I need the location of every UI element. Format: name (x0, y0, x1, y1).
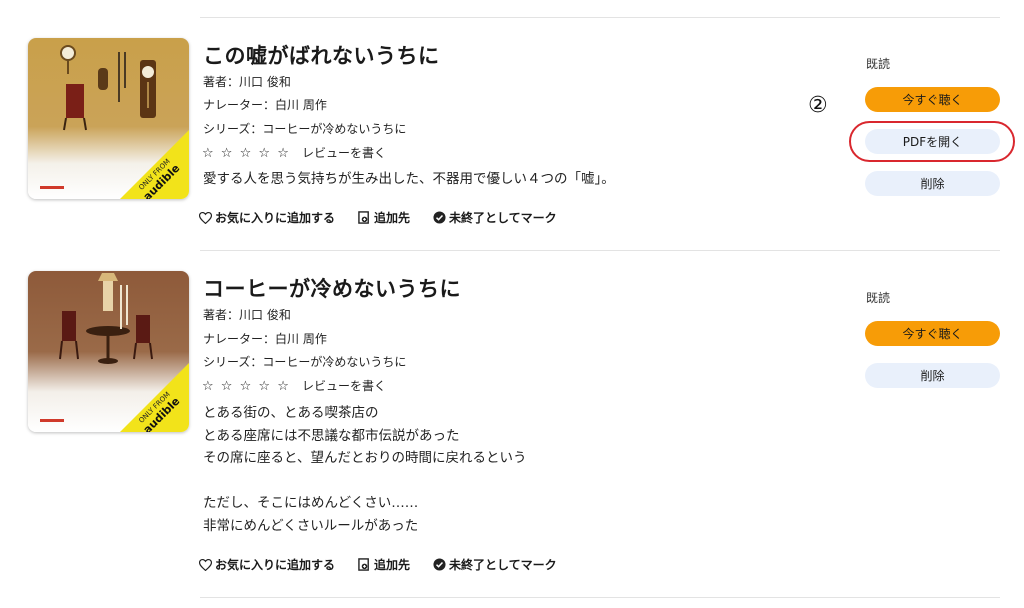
description-line: とある座席には不思議な都市伝説があった (203, 427, 460, 444)
description-line: とある街の、とある喫茶店の (203, 405, 379, 421)
heart-outline-icon (198, 558, 212, 572)
book-actions-2: お気に入りに追加する 追加先 未終了としてマーク (198, 556, 557, 573)
listen-now-button-2[interactable]: 今すぐ聴く (865, 321, 1000, 346)
add-favorite-label: お気に入りに追加する (215, 558, 336, 572)
description-line (203, 470, 526, 493)
library-item-2: ONLY FROM audible コーヒーが冷めないうちに 著者：川口 俊和 … (0, 0, 1024, 600)
status-label-2: 既読 (866, 291, 891, 305)
description-line: 非常にめんどくさいルールがあった (203, 517, 419, 534)
delete-button-2[interactable]: 削除 (865, 363, 1000, 388)
description-line: その席に座ると、望んだとおりの時間に戻れるという (203, 450, 527, 466)
star-icon[interactable]: ☆ (202, 379, 214, 394)
cover-art-2: ONLY FROM audible (28, 271, 189, 432)
mark-unfinished-button-2[interactable]: 未終了としてマーク (432, 556, 557, 573)
star-icon[interactable]: ☆ (277, 379, 289, 394)
divider-bottom (200, 597, 1000, 598)
book-narrator-2: ナレーター：白川 周作 (203, 332, 327, 346)
mark-unfinished-label: 未終了としてマーク (449, 558, 557, 572)
rating-stars-2[interactable]: ☆ ☆ ☆ ☆ ☆ レビューを書く (202, 377, 386, 394)
check-circle-icon (432, 558, 446, 572)
book-series-2[interactable]: シリーズ：コーヒーが冷めないうちに (203, 353, 406, 370)
star-icon[interactable]: ☆ (258, 379, 270, 394)
book-title-2[interactable]: コーヒーが冷めないうちに (203, 273, 461, 303)
add-to-collection-button-2[interactable]: 追加先 (357, 556, 410, 573)
star-icon[interactable]: ☆ (221, 379, 233, 394)
description-line: ただし、そこにはめんどくさい…… (203, 495, 419, 511)
book-cover-2[interactable]: ONLY FROM audible (28, 271, 189, 432)
add-to-label: 追加先 (374, 558, 411, 572)
add-favorite-button-2[interactable]: お気に入りに追加する (198, 556, 335, 573)
book-author-2: 著者：川口 俊和 (203, 308, 291, 322)
book-description-2: とある街の、とある喫茶店の とある座席には不思議な都市伝説があった その席に座る… (203, 402, 526, 537)
add-to-collection-icon (357, 558, 371, 572)
star-icon[interactable]: ☆ (240, 379, 252, 394)
write-review-link-2[interactable]: レビューを書く (302, 379, 386, 393)
